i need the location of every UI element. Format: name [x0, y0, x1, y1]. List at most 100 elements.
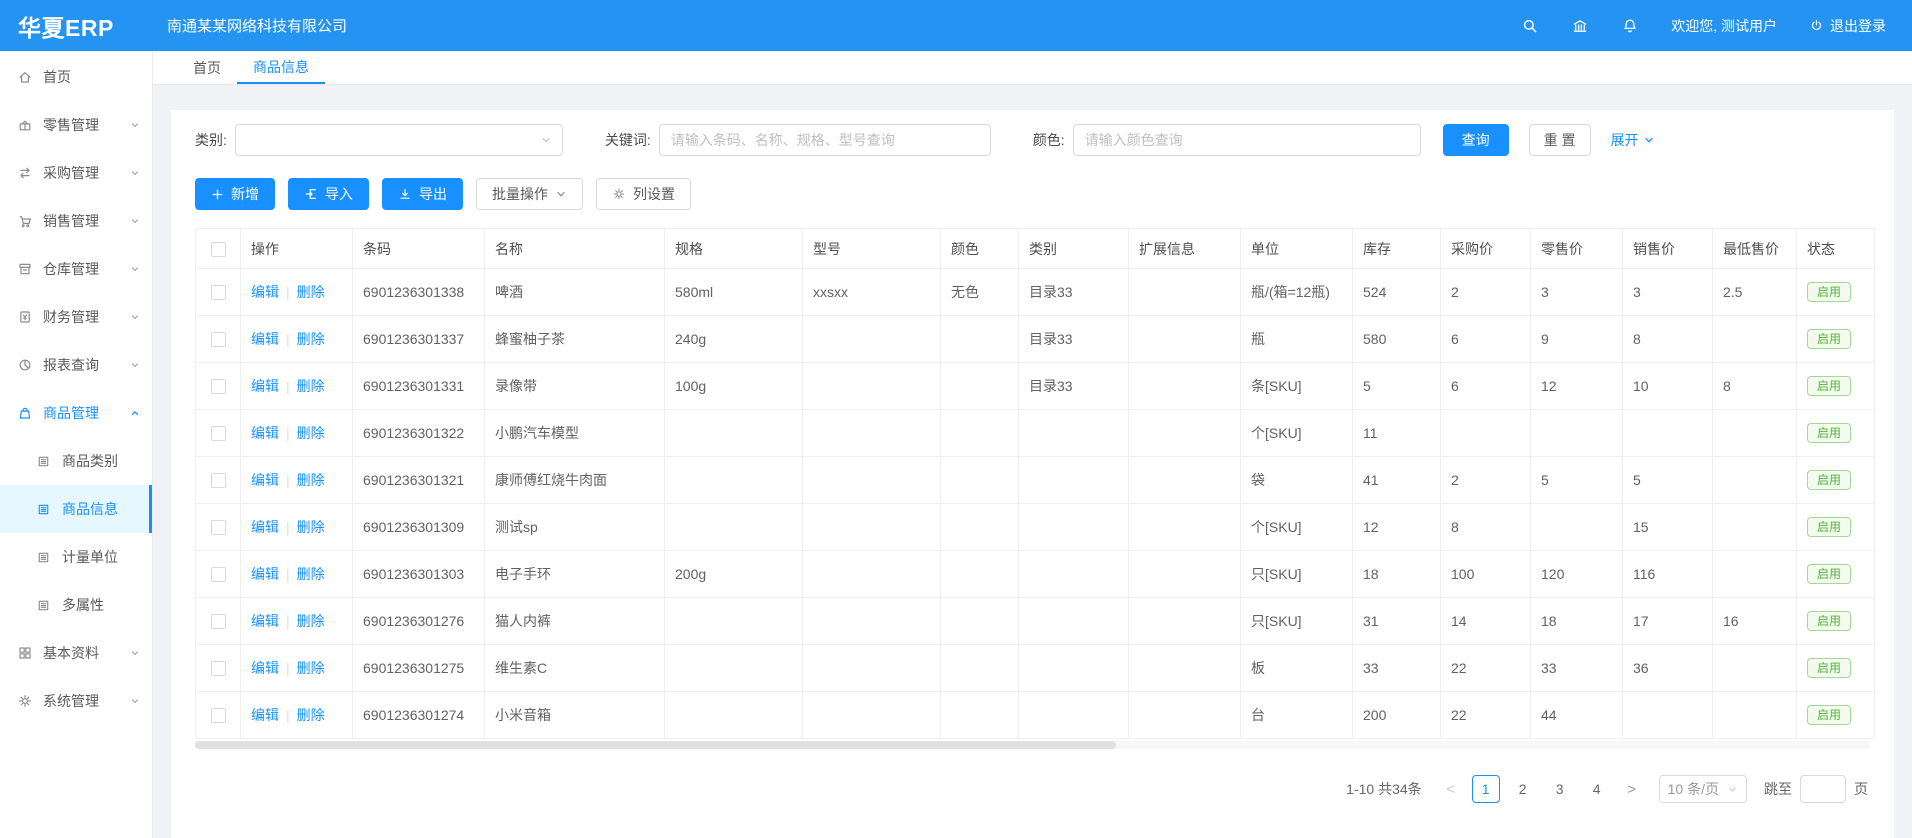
edit-link[interactable]: 编辑: [251, 613, 279, 629]
edit-link[interactable]: 编辑: [251, 331, 279, 347]
next-page-button[interactable]: >: [1620, 775, 1644, 803]
delete-link[interactable]: 删除: [297, 566, 325, 582]
status-badge[interactable]: 启用: [1807, 564, 1851, 584]
edit-link[interactable]: 编辑: [251, 519, 279, 535]
sidebar-item-multi-attribute[interactable]: 多属性: [0, 581, 152, 629]
column-header[interactable]: 扩展信息: [1129, 229, 1241, 269]
logout-button[interactable]: 退出登录: [1809, 16, 1886, 36]
tab-home[interactable]: 首页: [177, 51, 237, 84]
horizontal-scrollbar[interactable]: [195, 741, 1870, 749]
search-icon[interactable]: [1521, 17, 1539, 35]
page-button-1[interactable]: 1: [1472, 775, 1500, 803]
cell-name: 康师傅红烧牛肉面: [485, 457, 665, 504]
row-checkbox[interactable]: [211, 426, 226, 441]
status-badge[interactable]: 启用: [1807, 517, 1851, 537]
column-header[interactable]: 销售价: [1623, 229, 1713, 269]
column-header[interactable]: 条码: [353, 229, 485, 269]
column-header[interactable]: 型号: [803, 229, 941, 269]
delete-link[interactable]: 删除: [297, 613, 325, 629]
tab-product-info[interactable]: 商品信息: [237, 51, 325, 84]
column-header[interactable]: 规格: [665, 229, 803, 269]
status-badge[interactable]: 启用: [1807, 705, 1851, 725]
column-header[interactable]: 状态: [1797, 229, 1875, 269]
column-header[interactable]: 库存: [1353, 229, 1441, 269]
edit-link[interactable]: 编辑: [251, 707, 279, 723]
delete-link[interactable]: 删除: [297, 660, 325, 676]
add-button[interactable]: 新增: [195, 178, 275, 210]
edit-link[interactable]: 编辑: [251, 566, 279, 582]
sidebar-item-sales[interactable]: 销售管理: [0, 197, 152, 245]
search-button[interactable]: 查询: [1443, 124, 1509, 156]
edit-link[interactable]: 编辑: [251, 425, 279, 441]
keyword-input[interactable]: [659, 124, 991, 156]
sidebar-item-system[interactable]: 系统管理: [0, 677, 152, 725]
column-header[interactable]: 零售价: [1531, 229, 1623, 269]
column-header[interactable]: 最低售价: [1713, 229, 1797, 269]
delete-link[interactable]: 删除: [297, 425, 325, 441]
sidebar-item-home[interactable]: 首页: [0, 53, 152, 101]
row-checkbox[interactable]: [211, 285, 226, 300]
select-all-checkbox[interactable]: [211, 242, 226, 257]
export-button[interactable]: 导出: [382, 178, 463, 210]
category-select[interactable]: [235, 124, 563, 156]
sidebar-item-measure-unit[interactable]: 计量单位: [0, 533, 152, 581]
expand-link[interactable]: 展开: [1611, 130, 1655, 150]
edit-link[interactable]: 编辑: [251, 660, 279, 676]
column-settings-button[interactable]: 列设置: [596, 178, 691, 210]
column-header[interactable]: 名称: [485, 229, 665, 269]
row-checkbox[interactable]: [211, 379, 226, 394]
color-input[interactable]: [1073, 124, 1421, 156]
sidebar-item-warehouse[interactable]: 仓库管理: [0, 245, 152, 293]
column-header[interactable]: 单位: [1241, 229, 1353, 269]
jump-page-input[interactable]: [1800, 775, 1846, 803]
status-badge[interactable]: 启用: [1807, 470, 1851, 490]
app-logo: 华夏ERP: [0, 9, 153, 43]
row-checkbox[interactable]: [211, 520, 226, 535]
edit-link[interactable]: 编辑: [251, 472, 279, 488]
scrollbar-thumb[interactable]: [195, 741, 1116, 749]
delete-link[interactable]: 删除: [297, 707, 325, 723]
page-size-select[interactable]: 10 条/页: [1659, 775, 1747, 803]
page-button-3[interactable]: 3: [1546, 775, 1574, 803]
column-header[interactable]: 操作: [241, 229, 353, 269]
delete-link[interactable]: 删除: [297, 378, 325, 394]
sidebar-item-product-info[interactable]: 商品信息: [0, 485, 152, 533]
delete-link[interactable]: 删除: [297, 472, 325, 488]
sidebar-item-purchase[interactable]: 采购管理: [0, 149, 152, 197]
sidebar-item-base-data[interactable]: 基本资料: [0, 629, 152, 677]
sidebar-item-product-category[interactable]: 商品类别: [0, 437, 152, 485]
row-checkbox[interactable]: [211, 473, 226, 488]
column-header[interactable]: 颜色: [941, 229, 1019, 269]
status-badge[interactable]: 启用: [1807, 658, 1851, 678]
sidebar-item-finance[interactable]: 财务管理: [0, 293, 152, 341]
page-button-4[interactable]: 4: [1583, 775, 1611, 803]
edit-link[interactable]: 编辑: [251, 378, 279, 394]
edit-link[interactable]: 编辑: [251, 284, 279, 300]
column-header[interactable]: 采购价: [1441, 229, 1531, 269]
status-badge[interactable]: 启用: [1807, 282, 1851, 302]
notification-bell-icon[interactable]: [1621, 17, 1639, 35]
row-checkbox[interactable]: [211, 661, 226, 676]
prev-page-button[interactable]: <: [1439, 775, 1463, 803]
welcome-user[interactable]: 欢迎您, 测试用户: [1671, 16, 1777, 36]
reset-button[interactable]: 重 置: [1529, 124, 1591, 156]
delete-link[interactable]: 删除: [297, 519, 325, 535]
row-checkbox[interactable]: [211, 708, 226, 723]
import-button[interactable]: 导入: [288, 178, 369, 210]
delete-link[interactable]: 删除: [297, 284, 325, 300]
row-checkbox[interactable]: [211, 614, 226, 629]
sidebar-item-retail[interactable]: 零售管理: [0, 101, 152, 149]
delete-link[interactable]: 删除: [297, 331, 325, 347]
sidebar-item-product-management[interactable]: 商品管理: [0, 389, 152, 437]
sidebar-item-report[interactable]: 报表查询: [0, 341, 152, 389]
status-badge[interactable]: 启用: [1807, 611, 1851, 631]
status-badge[interactable]: 启用: [1807, 423, 1851, 443]
row-checkbox[interactable]: [211, 567, 226, 582]
column-header[interactable]: 类别: [1019, 229, 1129, 269]
page-button-2[interactable]: 2: [1509, 775, 1537, 803]
platform-icon[interactable]: [1571, 17, 1589, 35]
row-checkbox[interactable]: [211, 332, 226, 347]
status-badge[interactable]: 启用: [1807, 329, 1851, 349]
status-badge[interactable]: 启用: [1807, 376, 1851, 396]
batch-operation-button[interactable]: 批量操作: [476, 178, 583, 210]
